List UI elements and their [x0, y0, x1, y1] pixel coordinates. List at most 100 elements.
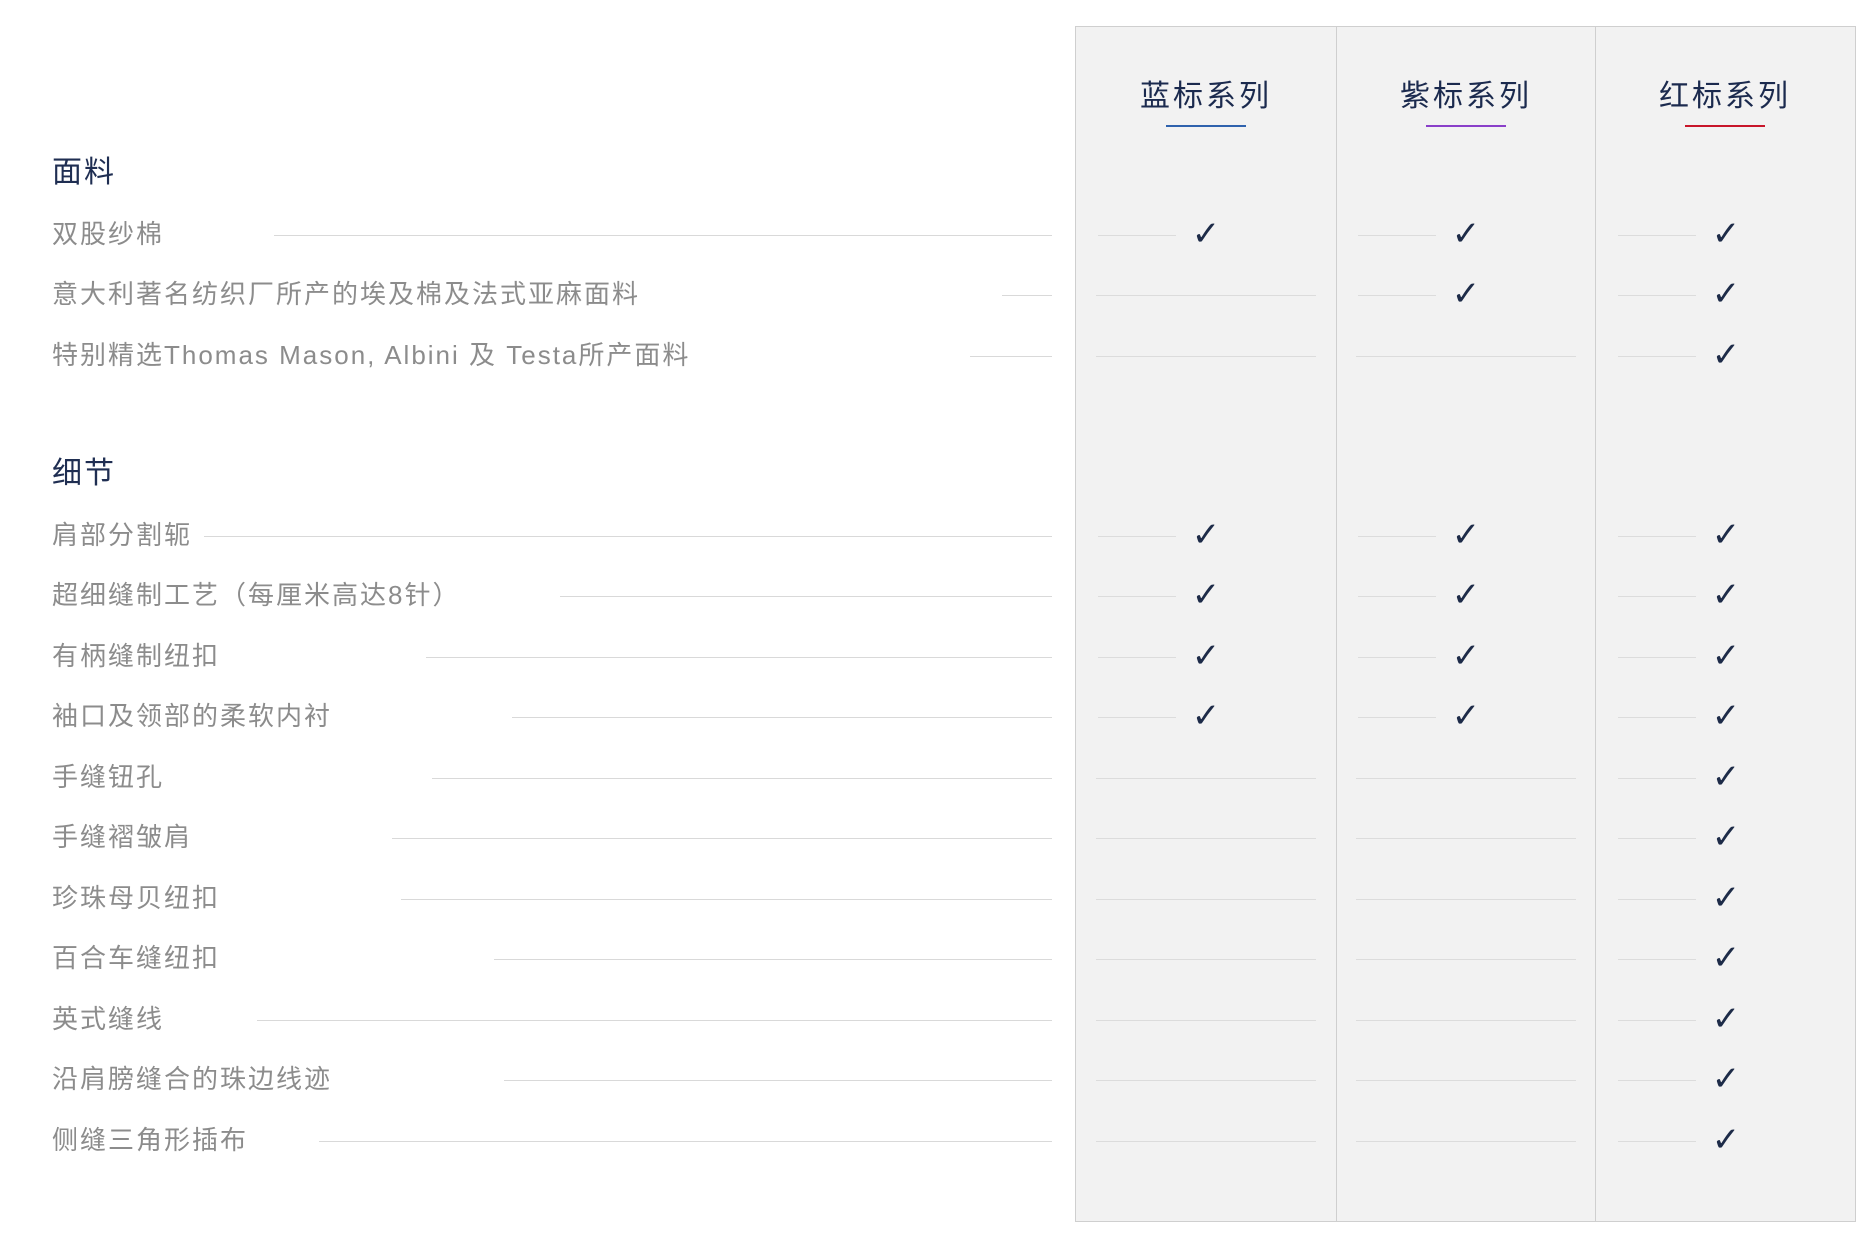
series-underline — [1426, 125, 1506, 127]
cell-line — [1356, 1019, 1576, 1021]
availability-cell — [1336, 1110, 1596, 1171]
check-icon: ✓ — [1451, 635, 1481, 676]
availability-cell — [1076, 807, 1336, 868]
cell-line — [1358, 717, 1436, 718]
feature-label: 双股纱棉 — [52, 218, 165, 249]
feature-label: 珍珠母贝纽扣 — [52, 882, 221, 913]
cell-line — [1618, 234, 1696, 236]
section-title: 面料 — [52, 156, 116, 189]
check-icon: ✓ — [1451, 575, 1481, 615]
availability-cell: ✓ — [1596, 204, 1856, 265]
cell-line — [1098, 656, 1176, 658]
availability-cell — [1336, 1049, 1596, 1110]
cell-line — [1096, 898, 1316, 900]
leader-line — [560, 596, 1052, 597]
feature-label: 手缝褶皱肩 — [52, 822, 193, 852]
availability-cell: ✓ — [1596, 1049, 1856, 1110]
availability-cell: ✓ — [1076, 505, 1336, 566]
availability-cell: ✓ — [1076, 565, 1336, 626]
availability-cell: ✓ — [1336, 204, 1596, 265]
feature-row: 袖口及领部的柔软内衬 ✓ ✓ ✓ — [0, 686, 1871, 747]
leader-line — [504, 1080, 1052, 1081]
availability-cell: ✓ — [1076, 626, 1336, 687]
cell-line — [1356, 355, 1576, 357]
check-icon: ✓ — [1451, 696, 1481, 736]
cell-line — [1098, 234, 1176, 236]
leader-line — [274, 234, 1052, 236]
cell-line — [1096, 959, 1316, 960]
cell-line — [1618, 777, 1696, 779]
availability-cell: ✓ — [1076, 204, 1336, 265]
availability-cell: ✓ — [1596, 686, 1856, 747]
cell-line — [1618, 959, 1696, 960]
availability-cell — [1076, 868, 1336, 929]
cell-line — [1618, 717, 1696, 718]
feature-row: 侧缝三角形插布 ✓ — [0, 1110, 1871, 1171]
feature-section: 面料 双股纱棉 ✓ ✓ ✓ 意大利著名纺织厂所产的埃及棉及法式亚麻面料 ✓ ✓ 特别精选Thom… — [0, 143, 1871, 385]
series-underline — [1166, 125, 1246, 127]
cell-line — [1356, 898, 1576, 900]
cell-line — [1618, 355, 1696, 357]
cell-line — [1356, 1140, 1576, 1142]
feature-row: 珍珠母贝纽扣 ✓ — [0, 868, 1871, 929]
availability-cell — [1076, 1049, 1336, 1110]
check-icon: ✓ — [1711, 938, 1741, 978]
feature-row: 意大利著名纺织厂所产的埃及棉及法式亚麻面料 ✓ ✓ — [0, 264, 1871, 325]
feature-row: 手缝褶皱肩 ✓ — [0, 807, 1871, 868]
feature-label: 沿肩膀缝合的珠边线迹 — [52, 1064, 333, 1094]
availability-cell — [1076, 928, 1336, 989]
cell-line — [1098, 535, 1176, 537]
check-icon: ✓ — [1451, 514, 1481, 555]
cell-line — [1096, 838, 1316, 839]
cell-line — [1358, 234, 1436, 236]
check-icon: ✓ — [1711, 756, 1741, 797]
check-icon: ✓ — [1711, 274, 1741, 314]
feature-row: 超细缝制工艺（每厘米高达8针） ✓ ✓ ✓ — [0, 565, 1871, 626]
series-underline — [1685, 125, 1765, 127]
cell-line — [1098, 596, 1176, 597]
feature-label: 袖口及领部的柔软内衬 — [52, 701, 333, 731]
cell-line — [1618, 656, 1696, 658]
availability-cell: ✓ — [1596, 565, 1856, 626]
check-icon: ✓ — [1711, 1059, 1741, 1099]
feature-section: 细节 肩部分割轭 ✓ ✓ ✓ 超细缝制工艺（每厘米高达8针） ✓ ✓ ✓ 有柄缝制纽扣 ✓ ✓ ✓ 袖口及… — [0, 444, 1871, 1170]
availability-cell: ✓ — [1596, 807, 1856, 868]
check-icon: ✓ — [1451, 213, 1481, 254]
availability-cell — [1076, 989, 1336, 1050]
cell-line — [1356, 1080, 1576, 1081]
availability-cell — [1336, 807, 1596, 868]
check-icon: ✓ — [1711, 817, 1741, 857]
cell-line — [1618, 535, 1696, 537]
feature-row: 肩部分割轭 ✓ ✓ ✓ — [0, 505, 1871, 566]
cell-line — [1096, 1019, 1316, 1021]
availability-cell: ✓ — [1336, 565, 1596, 626]
cell-line — [1356, 838, 1576, 839]
leader-line — [426, 656, 1052, 658]
availability-cell: ✓ — [1596, 928, 1856, 989]
availability-cell — [1336, 928, 1596, 989]
comparison-table: 蓝标系列 紫标系列 红标系列 面料 双股纱棉 ✓ ✓ ✓ 意大利著名纺织厂所产的埃及棉及法… — [0, 0, 1871, 1242]
availability-cell: ✓ — [1596, 264, 1856, 325]
check-icon: ✓ — [1711, 1119, 1741, 1160]
cell-line — [1618, 898, 1696, 900]
series-title: 红标系列 — [1659, 80, 1791, 113]
feature-label: 英式缝线 — [52, 1003, 165, 1034]
feature-label: 肩部分割轭 — [52, 519, 193, 550]
feature-label: 侧缝三角形插布 — [52, 1124, 249, 1155]
feature-list: 面料双股纱棉 ✓ ✓ ✓ 意大利著名纺织厂所产的埃及棉及法式亚麻面料 ✓ ✓ 特别精选Thom… — [0, 143, 1871, 1170]
cell-line — [1096, 1140, 1316, 1142]
feature-row: 有柄缝制纽扣 ✓ ✓ ✓ — [0, 626, 1871, 687]
availability-cell: ✓ — [1596, 989, 1856, 1050]
leader-line — [392, 838, 1052, 839]
feature-label: 意大利著名纺织厂所产的埃及棉及法式亚麻面料 — [52, 279, 641, 309]
feature-row: 特别精选Thomas Mason, Albini 及 Testa所产面料 ✓ — [0, 325, 1871, 386]
leader-line — [432, 777, 1052, 779]
feature-label: 有柄缝制纽扣 — [52, 640, 221, 671]
availability-cell — [1336, 989, 1596, 1050]
section-title: 细节 — [52, 457, 116, 490]
check-icon: ✓ — [1191, 575, 1221, 615]
cell-line — [1358, 656, 1436, 658]
availability-cell — [1336, 868, 1596, 929]
leader-line — [319, 1140, 1052, 1142]
availability-cell: ✓ — [1336, 686, 1596, 747]
